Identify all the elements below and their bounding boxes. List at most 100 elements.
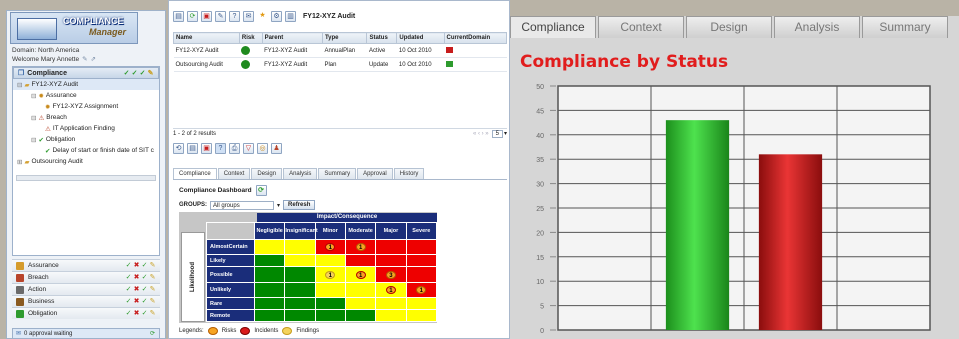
tree-item-breach[interactable]: ⊟ ⚠ Breach bbox=[13, 112, 159, 123]
risk-marker-icon[interactable]: 1 bbox=[416, 285, 427, 294]
pdf-icon[interactable]: ▣ bbox=[201, 11, 212, 22]
matrix-cell[interactable] bbox=[405, 239, 438, 256]
tab-analysis[interactable]: Analysis bbox=[283, 168, 318, 179]
tab-design[interactable]: Design bbox=[251, 168, 283, 179]
tree-item-outsourcing[interactable]: ⊞ ▰ Outsourcing Audit bbox=[13, 156, 159, 167]
new-record-icon[interactable]: ▤ bbox=[173, 11, 184, 22]
accordion-action[interactable]: Action ✓ ✖ ✓ ✎ bbox=[12, 283, 160, 295]
chevron-down-icon[interactable]: ▾ bbox=[504, 130, 507, 137]
page-size-select[interactable]: 5 bbox=[491, 129, 503, 138]
matrix-cell[interactable] bbox=[253, 297, 286, 311]
tab-summary[interactable]: Summary bbox=[318, 168, 357, 179]
tab-approval[interactable]: Approval bbox=[357, 168, 393, 179]
incident-marker-icon[interactable]: 1 bbox=[385, 285, 396, 294]
edit-icon[interactable]: ✎ bbox=[215, 11, 226, 22]
pager-arrows-icon[interactable]: « ‹ › » bbox=[473, 131, 489, 137]
matrix-cell[interactable]: 1 bbox=[405, 281, 438, 299]
matrix-cell[interactable] bbox=[375, 239, 407, 256]
refresh-icon[interactable]: ⟳ bbox=[187, 11, 198, 22]
edit-profile-icon[interactable]: ✎ bbox=[82, 55, 87, 63]
matrix-cell[interactable] bbox=[284, 281, 316, 299]
groups-select[interactable]: All groups bbox=[210, 200, 275, 210]
matrix-cell[interactable] bbox=[405, 297, 438, 311]
matrix-cell[interactable] bbox=[314, 309, 346, 322]
tab-summary-chart[interactable]: Summary bbox=[862, 16, 948, 38]
matrix-cell[interactable] bbox=[253, 254, 286, 268]
bar[interactable] bbox=[665, 120, 730, 330]
col-risk[interactable]: Risk bbox=[238, 32, 263, 44]
tree-item-delay[interactable]: ✔ Delay of start or finish date of SIT c bbox=[13, 145, 159, 156]
incident-marker-icon[interactable]: 1 bbox=[355, 270, 366, 279]
matrix-cell[interactable] bbox=[405, 309, 438, 322]
matrix-cell[interactable] bbox=[284, 309, 316, 322]
favorite-star-icon[interactable]: ★ bbox=[257, 11, 268, 22]
accordion-assurance[interactable]: Assurance ✓ ✖ ✓ ✎ bbox=[12, 259, 160, 271]
table-row[interactable]: Outsourcing Audit FY12-XYZ Audit Plan Up… bbox=[173, 57, 507, 72]
col-currentdomain[interactable]: CurrentDomain bbox=[443, 32, 507, 44]
col-parent[interactable]: Parent bbox=[261, 32, 323, 44]
document-icon[interactable]: ▤ bbox=[187, 143, 198, 154]
accordion-breach[interactable]: Breach ✓ ✖ ✓ ✎ bbox=[12, 271, 160, 283]
settings-icon[interactable]: ⚙ bbox=[271, 11, 282, 22]
dashboard-refresh-icon[interactable]: ⟳ bbox=[255, 185, 267, 196]
tree-item-assurance[interactable]: ⊟ ✹ Assurance bbox=[13, 90, 159, 101]
tree-item-obligation[interactable]: ⊟ ✔ Obligation bbox=[13, 134, 159, 145]
tree-item-fy12-audit[interactable]: ⊟ ▰ FY12-XYZ Audit bbox=[13, 79, 159, 90]
tree-panel-header[interactable]: ❐ Compliance ✓ ✓ ✓ ✎ bbox=[13, 67, 159, 79]
col-status[interactable]: Status bbox=[366, 32, 398, 44]
tab-compliance[interactable]: Compliance bbox=[173, 168, 217, 179]
matrix-cell[interactable] bbox=[253, 266, 286, 283]
matrix-cell[interactable] bbox=[405, 254, 438, 268]
matrix-cell[interactable] bbox=[284, 266, 316, 283]
matrix-cell[interactable] bbox=[344, 281, 377, 299]
tree-horizontal-scrollbar[interactable] bbox=[16, 175, 156, 181]
tree-item-it-finding[interactable]: ⚠ IT Application Finding bbox=[13, 123, 159, 134]
matrix-cell[interactable] bbox=[375, 309, 407, 322]
filter-icon[interactable]: ▽ bbox=[243, 143, 254, 154]
matrix-cell[interactable] bbox=[253, 281, 286, 299]
matrix-cell[interactable] bbox=[284, 297, 316, 311]
person-icon[interactable]: ♟ bbox=[271, 143, 282, 154]
matrix-cell[interactable] bbox=[344, 254, 377, 268]
matrix-cell[interactable] bbox=[375, 254, 407, 268]
tab-history[interactable]: History bbox=[393, 168, 425, 179]
matrix-cell[interactable] bbox=[253, 239, 286, 256]
approval-bar[interactable]: ✉ 0 approval waiting ⟳ bbox=[12, 328, 160, 339]
matrix-cell[interactable] bbox=[253, 309, 286, 322]
matrix-cell[interactable]: 3 bbox=[375, 266, 407, 283]
help-icon[interactable]: ? bbox=[215, 143, 226, 154]
accordion-business[interactable]: Business ✓ ✖ ✓ ✎ bbox=[12, 295, 160, 307]
help-icon[interactable]: ? bbox=[229, 11, 240, 22]
incident-marker-icon[interactable]: 1 bbox=[325, 243, 336, 252]
tab-analysis-chart[interactable]: Analysis bbox=[774, 16, 860, 38]
matrix-cell[interactable]: 1 bbox=[314, 239, 346, 256]
refresh-button[interactable]: Refresh bbox=[283, 200, 316, 210]
tab-compliance-chart[interactable]: Compliance bbox=[510, 16, 596, 38]
finding-marker-icon[interactable]: 1 bbox=[325, 270, 336, 279]
matrix-cell[interactable]: 1 bbox=[375, 281, 407, 299]
col-updated[interactable]: Updated bbox=[396, 32, 445, 44]
matrix-cell[interactable] bbox=[284, 254, 316, 268]
bar[interactable] bbox=[758, 154, 823, 330]
refresh-approvals-icon[interactable]: ⟳ bbox=[150, 330, 155, 337]
matrix-cell[interactable] bbox=[314, 297, 346, 311]
matrix-cell[interactable] bbox=[284, 239, 316, 256]
matrix-cell[interactable] bbox=[314, 281, 346, 299]
risk-marker-icon[interactable]: 1 bbox=[355, 243, 366, 252]
target-icon[interactable]: ◎ bbox=[257, 143, 268, 154]
tab-context[interactable]: Context bbox=[217, 168, 251, 179]
col-name[interactable]: Name bbox=[173, 32, 240, 44]
matrix-cell[interactable] bbox=[344, 297, 377, 311]
matrix-cell[interactable]: 1 bbox=[344, 239, 377, 256]
tab-context-chart[interactable]: Context bbox=[598, 16, 684, 38]
matrix-cell[interactable] bbox=[405, 266, 438, 283]
matrix-cell[interactable]: 1 bbox=[344, 266, 377, 283]
report-icon[interactable]: ▥ bbox=[285, 11, 296, 22]
matrix-cell[interactable] bbox=[344, 309, 377, 322]
back-icon[interactable]: ⟲ bbox=[173, 143, 184, 154]
chevron-down-icon[interactable]: ▾ bbox=[277, 202, 280, 209]
col-type[interactable]: Type bbox=[321, 32, 368, 44]
matrix-cell[interactable]: 1 bbox=[314, 266, 346, 283]
tree-item-assignment[interactable]: ✹ FY12-XYZ Assignment bbox=[13, 101, 159, 112]
matrix-cell[interactable] bbox=[375, 297, 407, 311]
